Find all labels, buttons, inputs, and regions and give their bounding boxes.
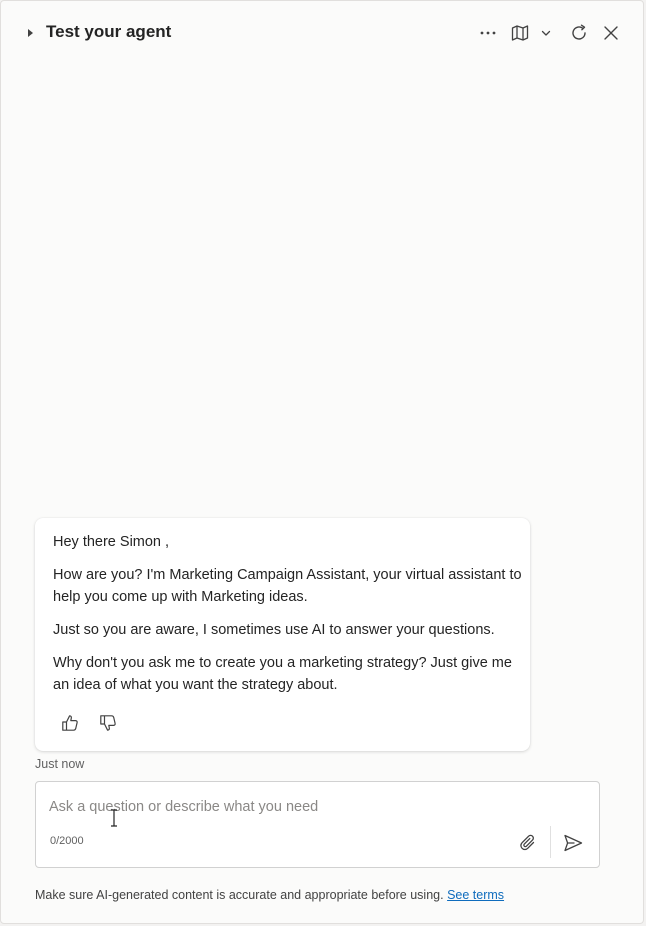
chat-input[interactable] [49,796,579,818]
map-dropdown-button[interactable] [535,21,557,45]
refresh-button[interactable] [567,21,591,45]
composer-divider [550,826,551,858]
see-terms-link[interactable]: See terms [447,888,504,902]
close-button[interactable] [599,21,623,45]
message-ai-notice: Just so you are aware, I sometimes use A… [53,622,495,638]
thumbs-up-icon [62,715,78,731]
test-agent-panel: Test your agent Hey there Simon , How ar… [0,0,644,924]
map-button[interactable] [508,21,532,45]
send-button[interactable] [560,830,586,856]
map-icon [511,25,529,41]
refresh-icon [572,24,586,40]
panel-title: Test your agent [46,22,172,41]
message-suggestion: Why don't you ask me to create you a mar… [53,655,512,693]
thumbs-down-icon [100,715,116,731]
agent-message-bubble: Hey there Simon , How are you? I'm Marke… [35,518,530,751]
chevron-down-icon [541,30,551,36]
caret-right-icon [28,29,33,37]
attach-button[interactable] [516,831,540,855]
send-icon [564,834,583,852]
thumbs-up-button[interactable] [58,711,82,735]
more-options-button[interactable] [476,21,500,45]
text-cursor-icon [111,809,117,827]
thumbs-down-button[interactable] [96,711,120,735]
character-counter: 0/2000 [50,835,84,847]
more-icon [480,31,496,35]
message-timestamp: Just now [35,757,85,771]
collapse-button[interactable] [21,23,39,43]
paperclip-icon [520,834,535,851]
disclaimer-text: Make sure AI-generated content is accura… [35,888,444,902]
message-intro: How are you? I'm Marketing Campaign Assi… [53,567,522,605]
message-greeting: Hey there Simon , [53,534,170,550]
message-composer: 0/2000 [35,781,600,868]
disclaimer-footer: Make sure AI-generated content is accura… [35,888,504,902]
close-icon [604,26,618,40]
panel-header: Test your agent [1,1,643,65]
